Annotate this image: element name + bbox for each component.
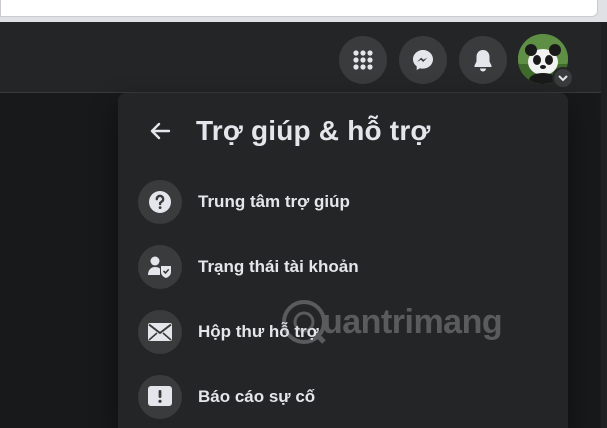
menu-item-help-center[interactable]: Trung tâm trợ giúp <box>128 174 558 230</box>
address-bar[interactable] <box>0 0 598 17</box>
menu-item-icon-wrap <box>138 245 182 289</box>
question-circle-icon <box>149 191 171 213</box>
menu-item-icon-wrap <box>138 310 182 354</box>
account-menu-toggle[interactable] <box>552 67 574 89</box>
menu-item-label: Trạng thái tài khoản <box>198 257 359 276</box>
menu-title: Trợ giúp & hỗ trợ <box>196 115 431 146</box>
menu-item-support-inbox[interactable]: Hộp thư hỗ trợ <box>128 304 558 360</box>
exclamation-icon <box>148 386 172 406</box>
facebook-top-bar <box>0 22 607 93</box>
envelope-icon <box>148 323 172 341</box>
browser-chrome <box>0 0 607 22</box>
menu-item-label: Báo cáo sự cố <box>198 387 316 406</box>
back-button[interactable] <box>138 109 182 153</box>
chevron-down-icon <box>558 75 568 82</box>
help-support-menu: Trợ giúp & hỗ trợ Trung tâm trợ giúp Trạ… <box>118 93 568 428</box>
messenger-button[interactable] <box>399 36 447 84</box>
menu-item-icon-wrap <box>138 180 182 224</box>
account-status-icon <box>148 256 171 278</box>
menu-item-report-problem[interactable]: Báo cáo sự cố <box>128 369 558 425</box>
menu-item-account-status[interactable]: Trạng thái tài khoản <box>128 239 558 295</box>
arrow-left-icon <box>150 122 171 140</box>
menu-item-label: Hộp thư hỗ trợ <box>198 322 319 341</box>
scrollbar[interactable] <box>601 22 607 428</box>
menu-header: Trợ giúp & hỗ trợ <box>138 109 431 153</box>
messenger-icon <box>413 50 433 70</box>
bell-icon <box>474 50 492 72</box>
grid-icon <box>353 50 373 70</box>
menu-item-label: Trung tâm trợ giúp <box>198 192 350 211</box>
menu-item-icon-wrap <box>138 375 182 419</box>
notifications-button[interactable] <box>459 36 507 84</box>
menu-grid-button[interactable] <box>339 36 387 84</box>
